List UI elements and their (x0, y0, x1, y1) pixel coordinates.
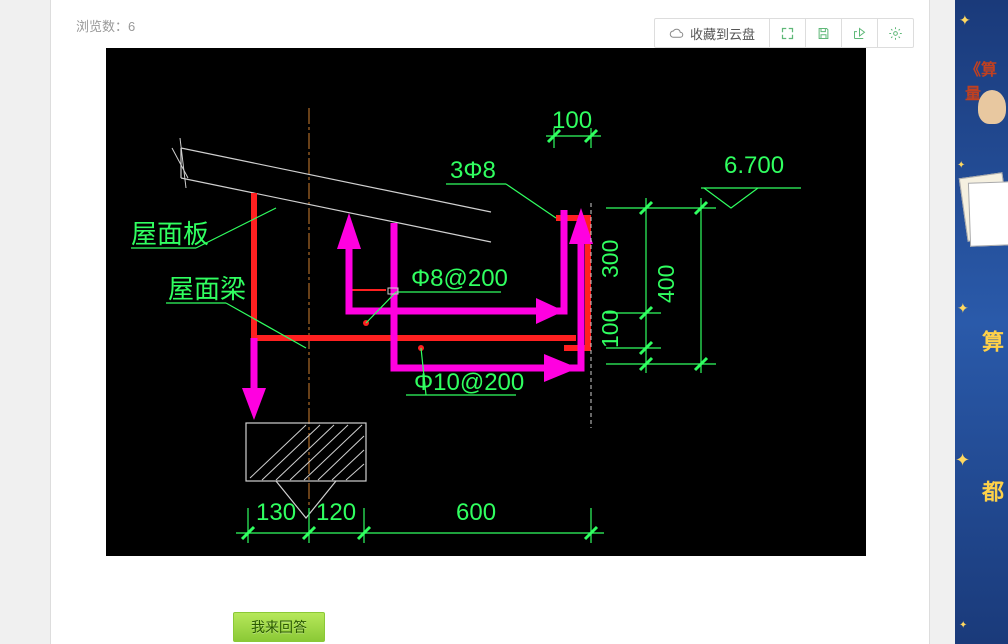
save-to-cloud-button[interactable]: 收藏到云盘 (655, 19, 770, 47)
rebar3-label: Φ10@200 (414, 369, 524, 396)
elevation-label: 6.700 (724, 152, 784, 179)
dim-400: 400 (653, 265, 679, 303)
image-toolbar: 收藏到云盘 (654, 18, 914, 48)
save-icon (816, 26, 831, 41)
view-label: 浏览数： (76, 19, 128, 34)
star-icon: ✦ (959, 12, 971, 29)
answer-button[interactable]: 我来回答 (233, 612, 325, 642)
roof-slab-label: 屋面板 (131, 219, 209, 249)
dim-100-mid: 100 (597, 310, 623, 348)
star-icon: ✦ (957, 300, 969, 317)
cad-drawing: 屋面板 屋面梁 3Φ8 Φ8@200 Φ10@200 (106, 48, 866, 556)
star-icon: ✦ (959, 620, 967, 631)
dim-300: 300 (597, 240, 623, 278)
star-icon: ✦ (957, 160, 965, 171)
share-icon (852, 26, 867, 41)
ad-book-image (968, 181, 1008, 246)
ad-text-line: 都 (975, 480, 1007, 502)
dim-130: 130 (256, 499, 296, 526)
main-content-panel: 浏览数：6 收藏到云盘 (50, 0, 930, 644)
settings-button[interactable] (878, 19, 913, 47)
share-button[interactable] (842, 19, 878, 47)
dim-100-top: 100 (552, 107, 592, 134)
answer-button-label: 我来回答 (251, 617, 307, 637)
side-ad-banner[interactable]: ✦ ✦ ✦ ✦ ✦ 《算量 算 都 (955, 0, 1008, 644)
view-count-label: 浏览数：6 (76, 16, 135, 35)
cloud-icon (669, 26, 684, 41)
fullscreen-button[interactable] (770, 19, 806, 47)
rebar1-label: 3Φ8 (450, 157, 496, 184)
roof-beam-label: 屋面梁 (168, 274, 246, 304)
rebar2-label: Φ8@200 (411, 265, 508, 292)
cad-svg: 屋面板 屋面梁 3Φ8 Φ8@200 Φ10@200 (106, 48, 866, 556)
expand-icon (780, 26, 795, 41)
ad-portrait (978, 90, 1006, 124)
save-button[interactable] (806, 19, 842, 47)
view-value: 6 (128, 19, 135, 34)
gear-icon (888, 26, 903, 41)
dim-600: 600 (456, 499, 496, 526)
star-icon: ✦ (955, 450, 970, 471)
cloud-label: 收藏到云盘 (690, 24, 755, 43)
dim-120: 120 (316, 499, 356, 526)
ad-text-line: 算 (975, 330, 1007, 352)
